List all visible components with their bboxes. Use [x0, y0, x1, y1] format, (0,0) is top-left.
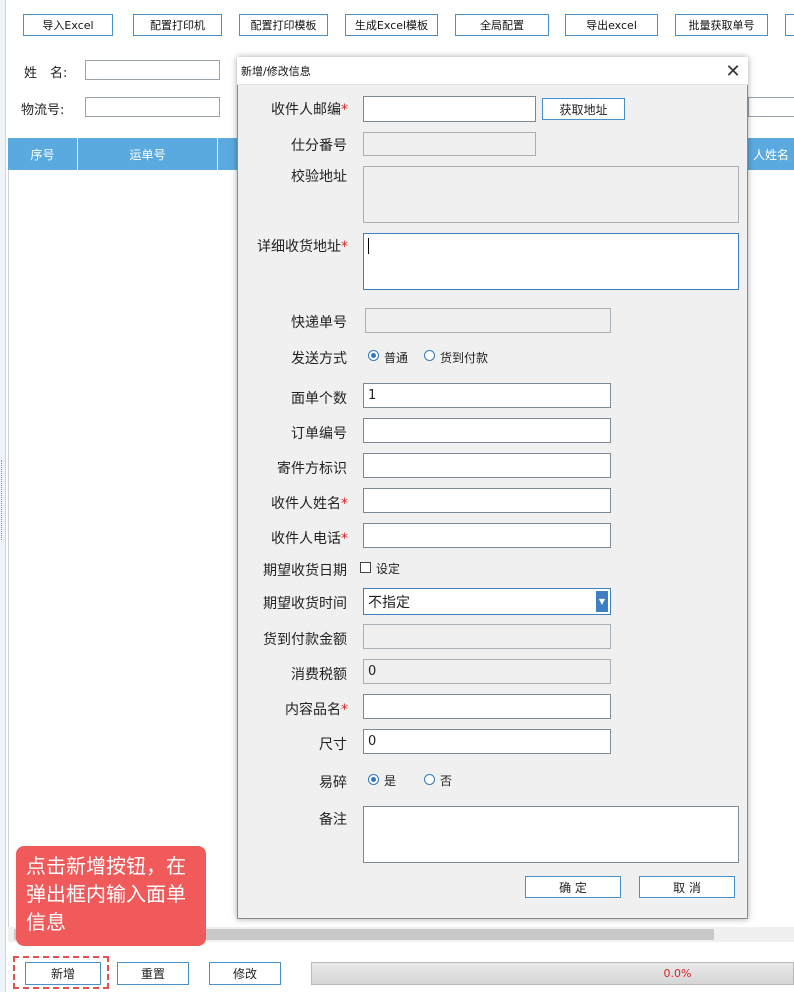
col-recipient-name-header[interactable]: 人姓名	[748, 138, 794, 170]
confirm-button[interactable]: 确 定	[525, 876, 621, 898]
size-label: 尺寸	[319, 737, 347, 753]
postcode-input[interactable]	[363, 96, 536, 122]
size-input[interactable]: 0	[363, 729, 611, 754]
splitter-handle[interactable]	[1, 460, 4, 540]
required-mark: *	[341, 239, 348, 255]
progress-text: 0.0%	[663, 967, 692, 980]
config-printer-button[interactable]: 配置打印机	[133, 14, 222, 36]
config-print-template-button[interactable]: 配置打印模板	[239, 14, 328, 36]
col-waybill-header[interactable]: 运单号	[78, 138, 218, 170]
send-cod-label: 货到付款	[440, 351, 489, 365]
send-cod-radio[interactable]	[424, 350, 435, 361]
fragile-yes-radio[interactable]	[368, 774, 379, 785]
sort-code-label: 仕分番号	[291, 138, 347, 154]
content-name-input[interactable]	[363, 694, 611, 719]
fragile-no-label: 否	[440, 774, 453, 788]
col-index-header[interactable]: 序号	[8, 138, 78, 170]
express-number-input	[365, 308, 611, 333]
batch-get-numbers-button[interactable]: 批量获取单号	[675, 14, 768, 36]
fragile-label: 易碎	[319, 775, 347, 791]
instruction-callout: 点击新增按钮，在弹出框内输入面单信息	[16, 846, 206, 946]
get-address-button[interactable]: 获取地址	[542, 98, 625, 120]
send-normal-radio[interactable]	[368, 350, 379, 361]
verify-address-label: 校验地址	[291, 169, 347, 185]
cancel-button[interactable]: 取 消	[639, 876, 735, 898]
required-mark: *	[341, 702, 348, 718]
consumption-tax-label: 消费税额	[291, 667, 347, 683]
express-number-label: 快递单号	[291, 315, 347, 331]
sheet-count-input[interactable]: 1	[363, 383, 611, 408]
order-number-label: 订单编号	[291, 426, 347, 442]
required-mark: *	[341, 102, 348, 118]
name-filter-label: 姓 名:	[24, 66, 68, 81]
detail-address-label: 详细收货地址*	[257, 239, 348, 255]
dialog-titlebar[interactable]	[237, 57, 748, 85]
dialog-title: 新增/修改信息	[241, 65, 311, 78]
close-icon[interactable]: ✕	[720, 58, 746, 84]
expected-date-check-label: 设定	[376, 562, 401, 576]
remark-textarea[interactable]	[363, 806, 739, 863]
generate-excel-template-button[interactable]: 生成Excel模板	[345, 14, 438, 36]
expected-time-select[interactable]: 不指定	[363, 588, 611, 615]
postcode-label: 收件人邮编*	[271, 102, 348, 118]
cod-amount-input	[363, 624, 611, 649]
recipient-name-input[interactable]	[363, 488, 611, 513]
export-excel-button[interactable]: 导出excel	[565, 14, 658, 36]
tracking-filter-input[interactable]	[85, 97, 220, 117]
required-mark: *	[341, 531, 348, 547]
remark-label: 备注	[319, 812, 347, 828]
content-name-label: 内容品名*	[285, 702, 348, 718]
fragile-no-radio[interactable]	[424, 774, 435, 785]
sender-id-input[interactable]	[363, 453, 611, 478]
send-method-label: 发送方式	[291, 351, 347, 367]
dropdown-arrow-icon[interactable]: ▼	[596, 591, 608, 612]
expected-time-label: 期望收货时间	[263, 596, 347, 612]
order-number-input[interactable]	[363, 418, 611, 443]
cod-amount-label: 货到付款金额	[263, 632, 347, 648]
sort-code-input	[363, 132, 536, 156]
sheet-count-label: 面单个数	[291, 391, 347, 407]
global-config-button[interactable]: 全局配置	[455, 14, 549, 36]
verify-address-box	[363, 166, 739, 223]
import-excel-button[interactable]: 导入Excel	[23, 14, 113, 36]
add-button-highlight	[13, 956, 109, 989]
edit-button[interactable]: 修改	[209, 962, 281, 985]
required-mark: *	[341, 496, 348, 512]
name-filter-input[interactable]	[85, 60, 220, 80]
tracking-filter-label: 物流号:	[21, 103, 65, 118]
recipient-name-label: 收件人姓名*	[271, 496, 348, 512]
expected-time-value: 不指定	[368, 594, 410, 611]
detail-address-textarea[interactable]	[363, 233, 739, 290]
expected-date-checkbox[interactable]	[360, 562, 371, 573]
fragile-yes-label: 是	[384, 774, 397, 788]
recipient-phone-label: 收件人电话*	[271, 531, 348, 547]
right-filter-input[interactable]	[748, 97, 794, 117]
sender-id-label: 寄件方标识	[277, 461, 347, 477]
consumption-tax-input: 0	[363, 659, 611, 684]
toolbar-overflow-button[interactable]	[785, 14, 794, 36]
send-normal-label: 普通	[384, 351, 409, 365]
recipient-phone-input[interactable]	[363, 523, 611, 548]
reset-button[interactable]: 重置	[117, 962, 189, 985]
expected-date-label: 期望收货日期	[263, 563, 347, 579]
